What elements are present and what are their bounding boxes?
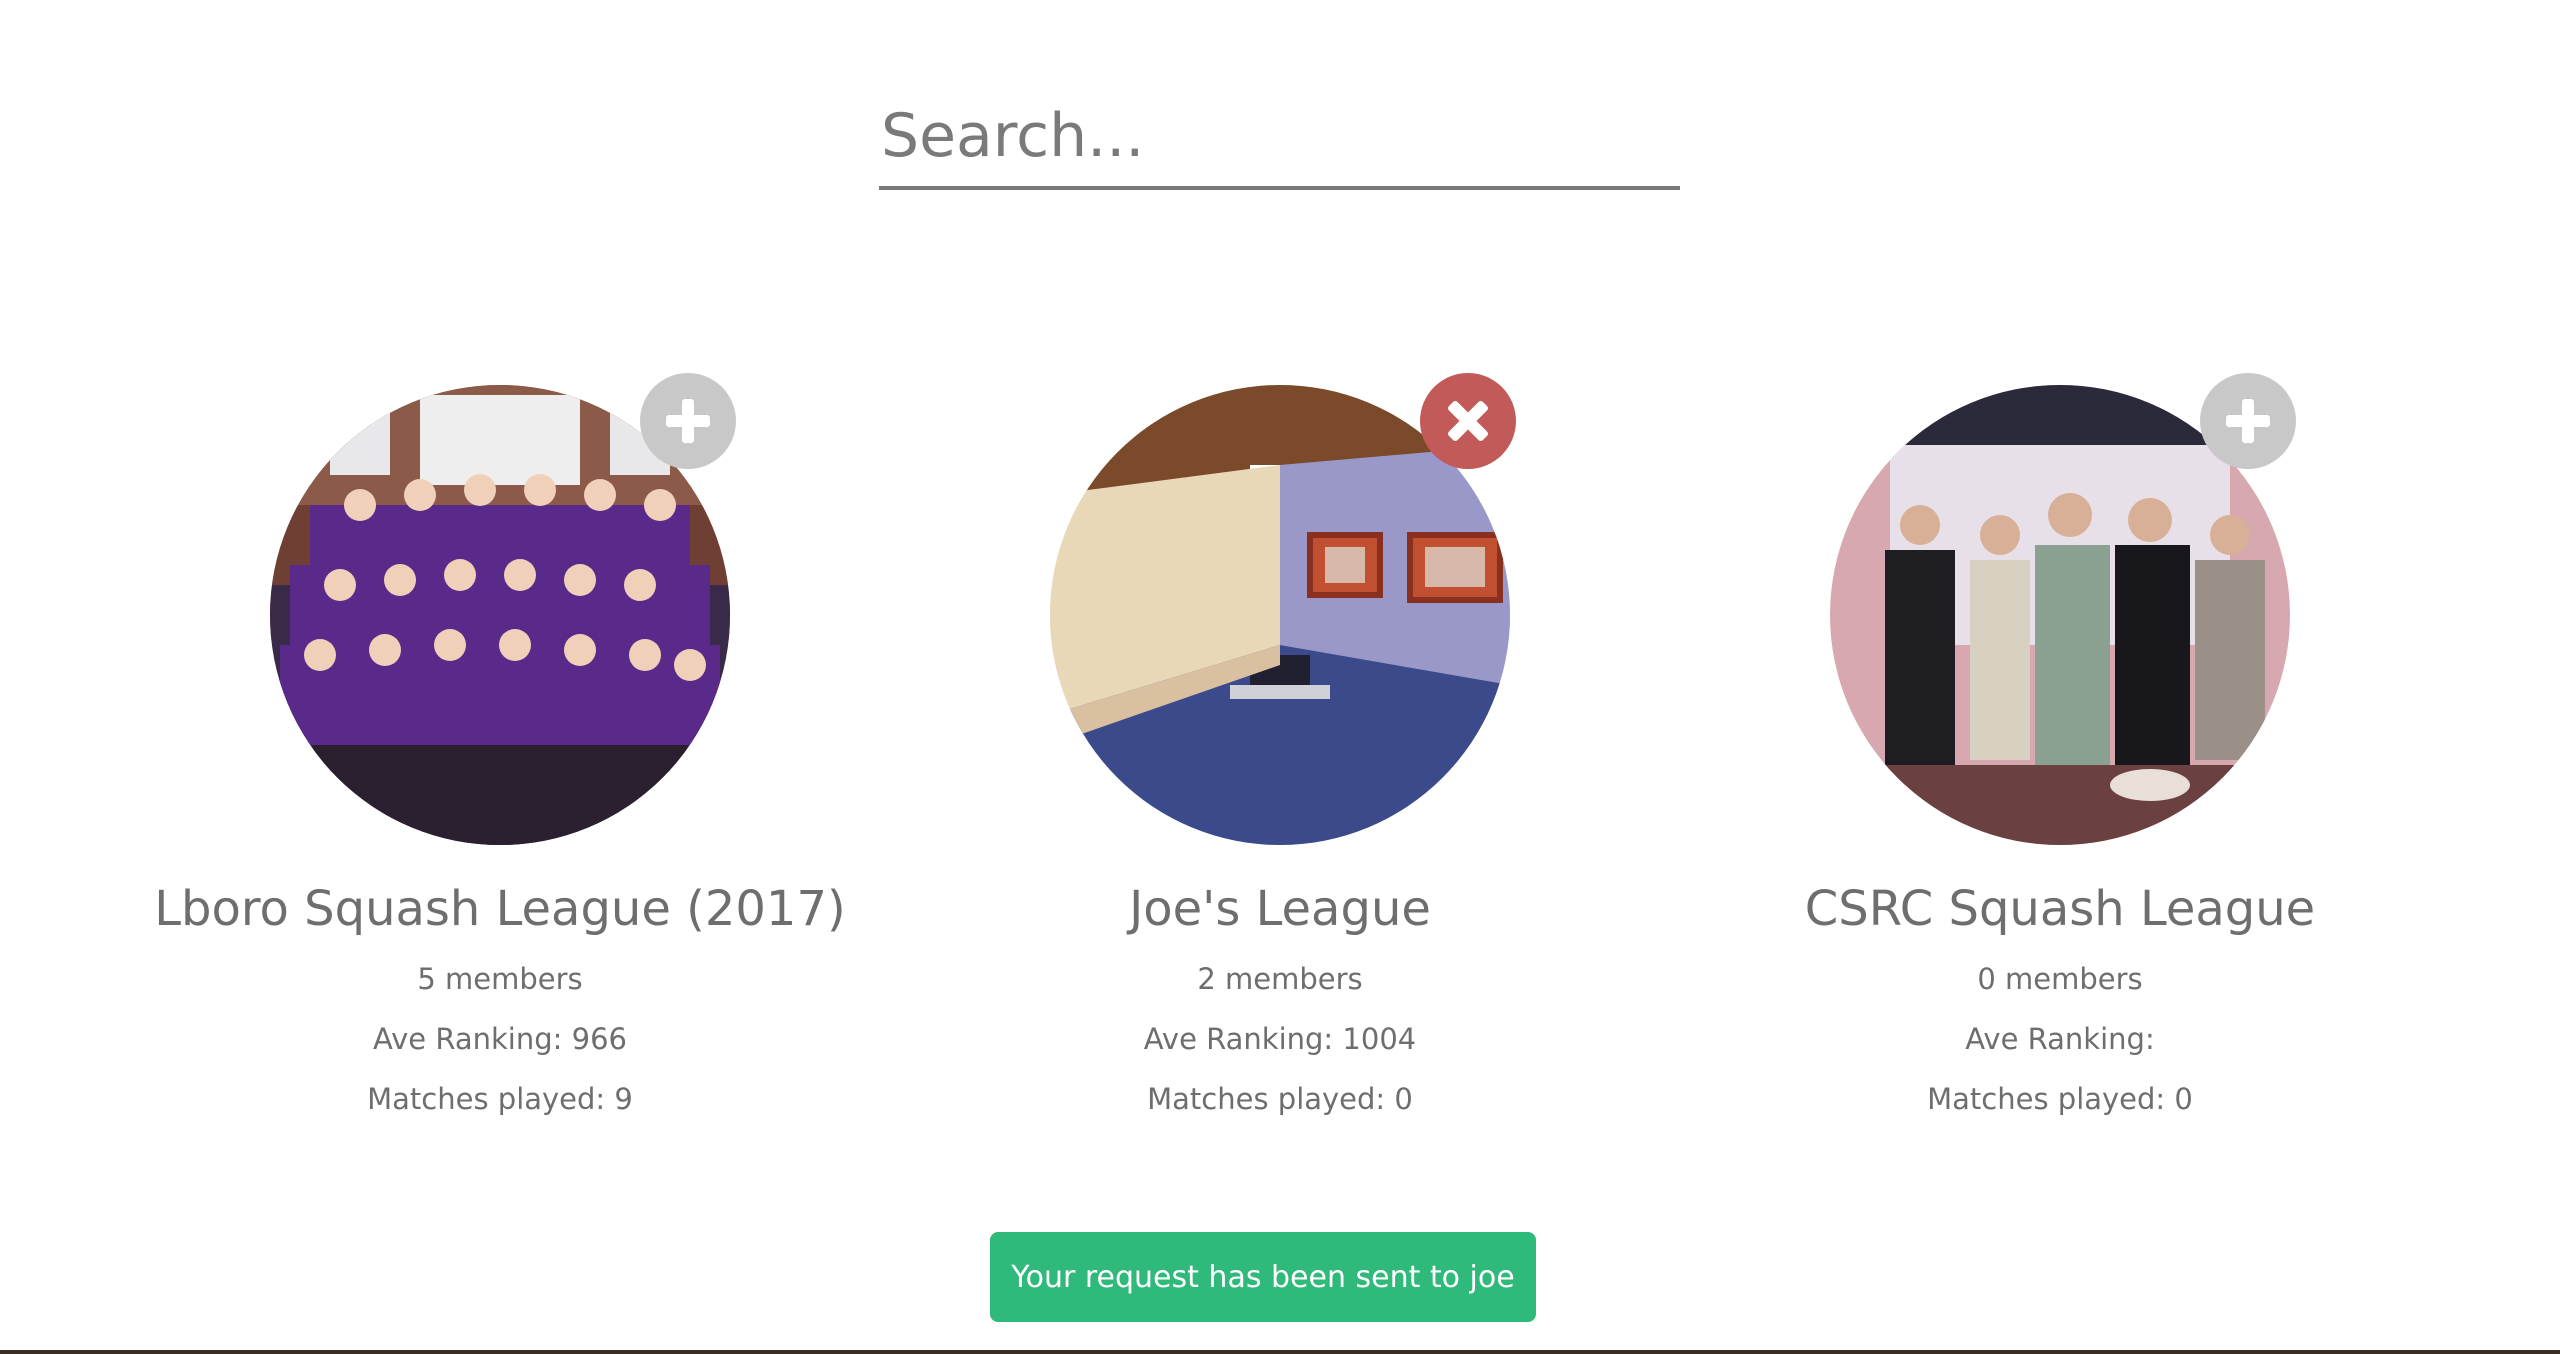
league-photo-holder — [1830, 373, 2296, 845]
league-ave-ranking: Ave Ranking: 966 — [372, 1022, 627, 1056]
league-ave-ranking: Ave Ranking: 1004 — [1143, 1022, 1417, 1056]
league-card: Lboro Squash League (2017) 5 members Ave… — [110, 373, 890, 1117]
league-matches-played: Matches played: 0 — [1927, 1082, 2193, 1116]
league-matches-played: Matches played: 9 — [367, 1082, 633, 1116]
request-sent-toast: Your request has been sent to joe — [990, 1232, 1536, 1322]
league-members: 0 members — [1977, 962, 2143, 996]
league-card: Joe's League 2 members Ave Ranking: 1004… — [890, 373, 1670, 1117]
close-icon — [1448, 401, 1488, 441]
league-photo-holder — [270, 373, 736, 845]
plus-icon — [2226, 399, 2270, 443]
league-members: 2 members — [1197, 962, 1363, 996]
league-name[interactable]: Joe's League — [890, 879, 1670, 939]
leave-league-button[interactable] — [1420, 373, 1516, 469]
plus-icon — [666, 399, 710, 443]
search-input[interactable] — [879, 90, 1680, 182]
league-matches-played: Matches played: 0 — [1147, 1082, 1413, 1116]
league-photo-holder — [1050, 373, 1516, 845]
join-league-button[interactable] — [640, 373, 736, 469]
league-name[interactable]: Lboro Squash League (2017) — [110, 879, 890, 939]
leagues-page: Lboro Squash League (2017) 5 members Ave… — [0, 0, 2560, 1354]
search-box — [879, 90, 1680, 190]
league-card: CSRC Squash League 0 members Ave Ranking… — [1670, 373, 2450, 1117]
league-name[interactable]: CSRC Squash League — [1670, 879, 2450, 939]
bottom-edge — [0, 1350, 2560, 1354]
league-members: 5 members — [417, 962, 583, 996]
join-league-button[interactable] — [2200, 373, 2296, 469]
league-ave-ranking: Ave Ranking: — [1965, 1022, 2155, 1056]
